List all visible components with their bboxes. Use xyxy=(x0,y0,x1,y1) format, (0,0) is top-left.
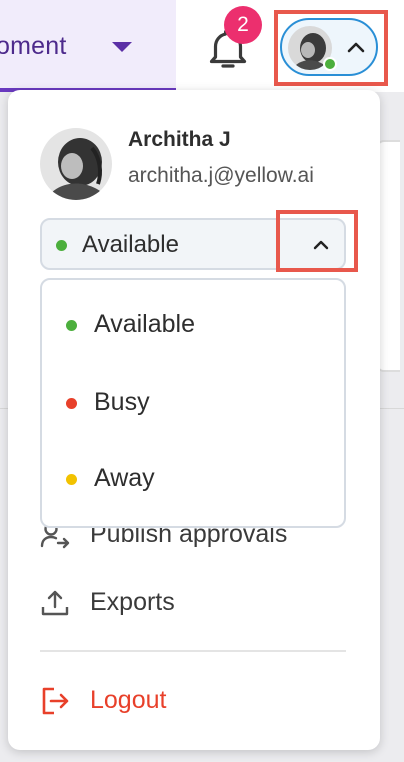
status-dot xyxy=(56,240,67,251)
status-dot xyxy=(66,398,77,409)
upload-icon xyxy=(41,590,69,616)
status-option-busy[interactable]: Busy xyxy=(42,366,344,436)
status-option-away[interactable]: Away xyxy=(42,442,344,512)
logout-icon xyxy=(42,687,69,715)
environment-tab[interactable]: oment xyxy=(0,0,176,92)
menu-divider xyxy=(40,650,346,652)
status-options-list: Available Busy Away xyxy=(40,278,346,528)
user-email: architha.j@yellow.ai xyxy=(128,164,314,187)
status-option-label: Available xyxy=(94,310,196,338)
menu-item-label: Exports xyxy=(90,588,175,616)
status-option-available[interactable]: Available xyxy=(42,288,344,358)
status-dot xyxy=(66,474,77,485)
user-name: Architha J xyxy=(128,128,231,151)
logout-button[interactable]: Logout xyxy=(40,680,346,724)
notification-count-badge: 2 xyxy=(224,6,262,44)
profile-menu: Architha J architha.j@yellow.ai Availabl… xyxy=(8,90,380,750)
status-dot xyxy=(66,320,77,331)
status-option-label: Away xyxy=(94,464,155,492)
status-option-label: Busy xyxy=(94,388,150,416)
menu-item-exports[interactable]: Exports xyxy=(40,582,346,626)
environment-label: oment xyxy=(0,32,67,60)
status-chevron-highlight xyxy=(276,210,358,272)
logout-label: Logout xyxy=(90,686,167,714)
status-current-label: Available xyxy=(82,231,179,258)
profile-button-highlight xyxy=(274,10,388,86)
caret-down-icon xyxy=(112,42,132,52)
user-avatar xyxy=(40,128,112,200)
